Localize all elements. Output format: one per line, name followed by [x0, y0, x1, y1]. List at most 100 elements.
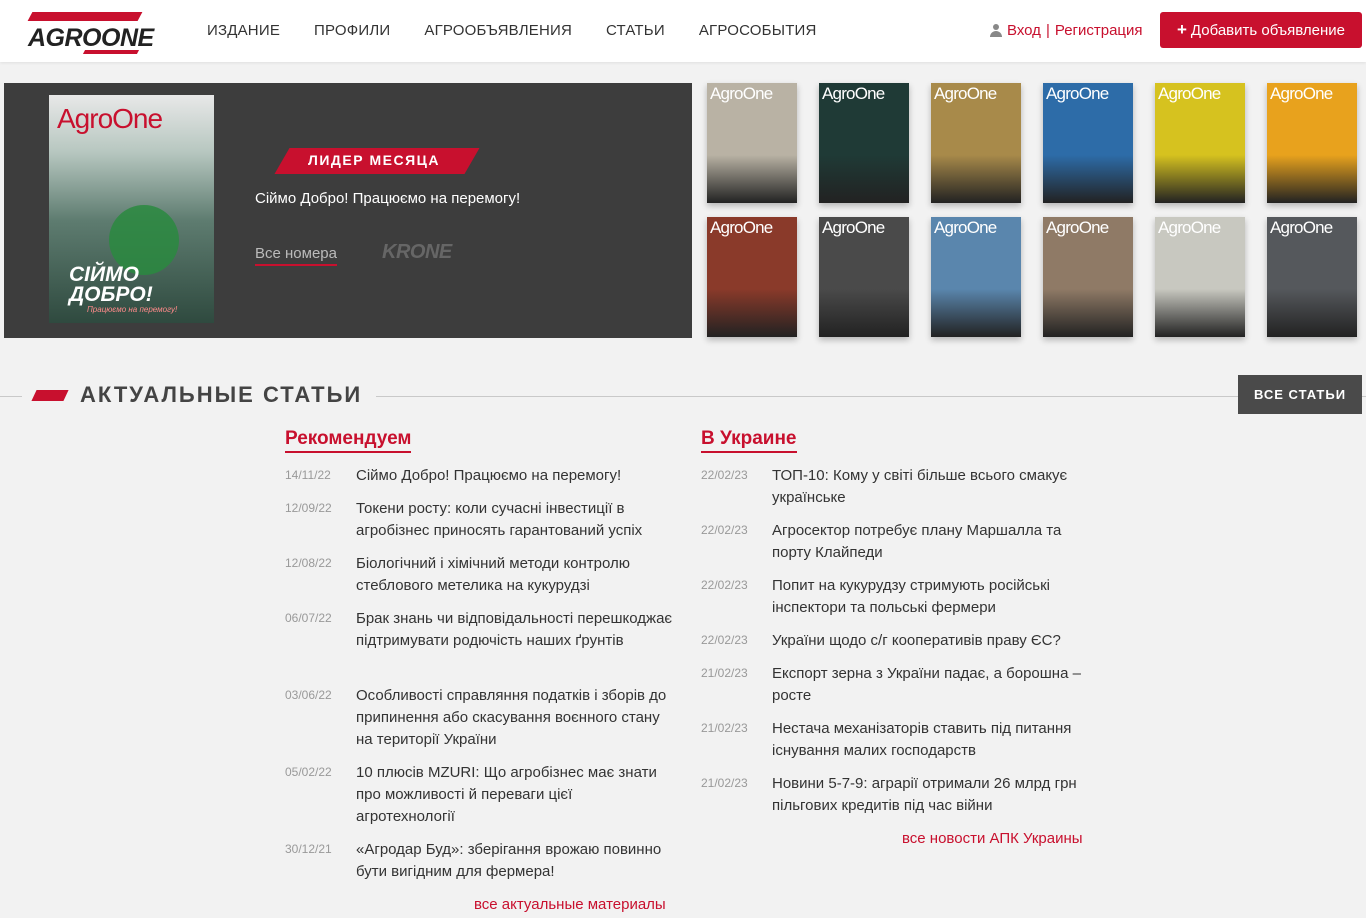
- magazine-cover[interactable]: AgroOne: [819, 217, 909, 337]
- section-mark: [31, 389, 69, 401]
- article-row: 21/02/23 Нестача механізаторів ставить пі…: [701, 718, 1091, 762]
- article-link[interactable]: ТОП-10: Кому у світі більше всього смаку…: [772, 465, 1090, 509]
- cover-title: AgroOne: [57, 103, 163, 134]
- article-date: 22/02/23: [701, 523, 748, 537]
- article-date: 22/02/23: [701, 633, 748, 647]
- article-link[interactable]: Токени росту: коли сучасні інвестиції в …: [356, 498, 674, 542]
- article-link[interactable]: Нестача механізаторів ставить під питанн…: [772, 718, 1090, 762]
- article-date: 21/02/23: [701, 666, 748, 680]
- article-link[interactable]: Сіймо Добро! Працюємо на перемогу!: [356, 465, 674, 487]
- magazine-cover[interactable]: AgroOne: [931, 217, 1021, 337]
- plus-icon: +: [1176, 20, 1187, 39]
- magazine-cover[interactable]: AgroOne: [1155, 217, 1245, 337]
- article-date: 21/02/23: [701, 721, 748, 735]
- article-date: 21/02/23: [701, 776, 748, 790]
- article-link[interactable]: Експорт зерна з України падає, а борошна…: [772, 663, 1090, 707]
- magazine-cover[interactable]: AgroOne: [1155, 83, 1245, 203]
- cover-title: AgroOne: [1270, 84, 1333, 103]
- all-articles-button[interactable]: ВСЕ СТАТЬИ: [1238, 375, 1362, 414]
- cover-title: AgroOne: [822, 84, 885, 103]
- logo-word: AGROONE: [28, 24, 154, 52]
- article-date: 03/06/22: [285, 688, 332, 702]
- article-row: 21/02/23 Експорт зерна з України падає, а…: [701, 663, 1091, 707]
- article-link[interactable]: Брак знань чи відповідальності перешкодж…: [356, 608, 674, 652]
- article-row: 22/02/23 ТОП-10: Кому у світі більше всьо…: [701, 465, 1091, 509]
- article-row: 22/02/23 України щодо с/г кооперативів пр…: [701, 630, 1091, 652]
- article-link[interactable]: Біологічний і хімічний методи контролю с…: [356, 553, 674, 597]
- article-date: 12/08/22: [285, 556, 332, 570]
- magazine-cover[interactable]: AgroOne: [1043, 217, 1133, 337]
- section-header: АКТУАЛЬНЫЕ СТАТЬИ: [22, 378, 377, 412]
- cover-title: AgroOne: [1046, 218, 1109, 237]
- krone-logo[interactable]: KRONE: [382, 241, 452, 264]
- article-date: 05/02/22: [285, 765, 332, 779]
- all-materials-link[interactable]: все актуальные материалы: [474, 896, 666, 913]
- ukraine-heading[interactable]: В Украине: [701, 428, 797, 453]
- cover-title: AgroOne: [934, 84, 997, 103]
- article-date: 22/02/23: [701, 578, 748, 592]
- article-link[interactable]: Новини 5-7-9: аграрії отримали 26 млрд г…: [772, 773, 1090, 817]
- article-link[interactable]: Особливості справляння податків і зборів…: [356, 685, 674, 751]
- agroone-logo[interactable]: AGROONE: [26, 12, 154, 54]
- cover-title: AgroOne: [1270, 218, 1333, 237]
- article-link[interactable]: Агросектор потребує плану Маршалла та по…: [772, 520, 1090, 564]
- nav-item-events[interactable]: АГРОСОБЫТИЯ: [699, 22, 817, 39]
- nav-item-profiles[interactable]: ПРОФИЛИ: [314, 22, 390, 39]
- magazine-cover[interactable]: AgroOne: [1267, 217, 1357, 337]
- article-date: 30/12/21: [285, 842, 332, 856]
- article-row: 14/11/22 Сіймо Добро! Працюємо на перемог…: [285, 465, 675, 487]
- all-news-link[interactable]: все новости АПК Украины: [902, 830, 1083, 847]
- article-row: 21/02/23 Новини 5-7-9: аграрії отримали 2…: [701, 773, 1091, 817]
- nav-item-classifieds[interactable]: АГРООБЪЯВЛЕНИЯ: [424, 22, 572, 39]
- article-row: 05/02/22 10 плюсів MZURI: Що агробізнес м…: [285, 762, 675, 828]
- logo-bar: [27, 12, 143, 21]
- hero-subtitle[interactable]: Сіймо Добро! Працюємо на перемогу!: [255, 190, 520, 207]
- article-row: 12/08/22 Біологічний і хімічний методи ко…: [285, 553, 675, 597]
- ukraine-column: В Украине: [701, 428, 797, 453]
- register-link[interactable]: Регистрация: [1055, 22, 1143, 39]
- magazine-cover[interactable]: AgroOne: [707, 217, 797, 337]
- magazine-cover[interactable]: AgroOne: [1043, 83, 1133, 203]
- article-row: 22/02/23 Попит на кукурудзу стримують рос…: [701, 575, 1091, 619]
- user-icon: [990, 24, 1002, 37]
- article-row: 22/02/23 Агросектор потребує плану Маршал…: [701, 520, 1091, 564]
- logo-underline: [82, 50, 140, 54]
- article-link[interactable]: України щодо с/г кооперативів праву ЄС?: [772, 630, 1090, 652]
- cover-headline: СІЙМО ДОБРО!: [69, 263, 153, 306]
- add-listing-label: Добавить объявление: [1190, 21, 1346, 39]
- cover-title: AgroOne: [822, 218, 885, 237]
- recommended-column: Рекомендуем: [285, 428, 412, 453]
- cover-title: AgroOne: [1158, 218, 1221, 237]
- nav-item-edition[interactable]: ИЗДАНИЕ: [207, 22, 280, 39]
- all-issues-link[interactable]: Все номера: [255, 245, 337, 266]
- add-listing-button[interactable]: + Добавить объявление: [1160, 12, 1362, 48]
- article-row: 30/12/21 «Агродар Буд»: зберігання врожаю…: [285, 839, 675, 883]
- article-date: 14/11/22: [285, 468, 331, 482]
- cover-title: AgroOne: [710, 84, 773, 103]
- auth-separator: |: [1045, 22, 1050, 39]
- magazine-cover[interactable]: AgroOne: [819, 83, 909, 203]
- hero-banner: AgroOne СІЙМО ДОБРО! Працюємо на перемог…: [4, 83, 692, 338]
- article-link[interactable]: Попит на кукурудзу стримують російські і…: [772, 575, 1090, 619]
- article-link[interactable]: «Агродар Буд»: зберігання врожаю повинно…: [356, 839, 674, 883]
- article-link[interactable]: 10 плюсів MZURI: Що агробізнес має знати…: [356, 762, 674, 828]
- magazine-cover[interactable]: AgroOne: [931, 83, 1021, 203]
- section-title: АКТУАЛЬНЫЕ СТАТЬИ: [80, 382, 363, 407]
- auth-links: Вход | Регистрация: [990, 22, 1143, 39]
- login-link[interactable]: Вход: [1007, 22, 1041, 39]
- main-nav: ИЗДАНИЕ ПРОФИЛИ АГРООБЪЯВЛЕНИЯ СТАТЬИ АГ…: [207, 22, 851, 39]
- cover-title: AgroOne: [710, 218, 773, 237]
- recommended-heading[interactable]: Рекомендуем: [285, 428, 412, 453]
- article-row: 12/09/22 Токени росту: коли сучасні інвес…: [285, 498, 675, 542]
- nav-item-articles[interactable]: СТАТЬИ: [606, 22, 665, 39]
- cover-title: AgroOne: [1046, 84, 1109, 103]
- magazine-cover[interactable]: AgroOne: [707, 83, 797, 203]
- cover-title: AgroOne: [1158, 84, 1221, 103]
- featured-cover[interactable]: AgroOne СІЙМО ДОБРО! Працюємо на перемог…: [49, 95, 214, 323]
- article-row: 03/06/22 Особливості справляння податків …: [285, 685, 675, 751]
- magazine-cover[interactable]: AgroOne: [1267, 83, 1357, 203]
- article-row: 06/07/22 Брак знань чи відповідальності п…: [285, 608, 675, 652]
- cover-subline: Працюємо на перемогу!: [87, 305, 178, 314]
- article-date: 06/07/22: [285, 611, 332, 625]
- article-date: 22/02/23: [701, 468, 748, 482]
